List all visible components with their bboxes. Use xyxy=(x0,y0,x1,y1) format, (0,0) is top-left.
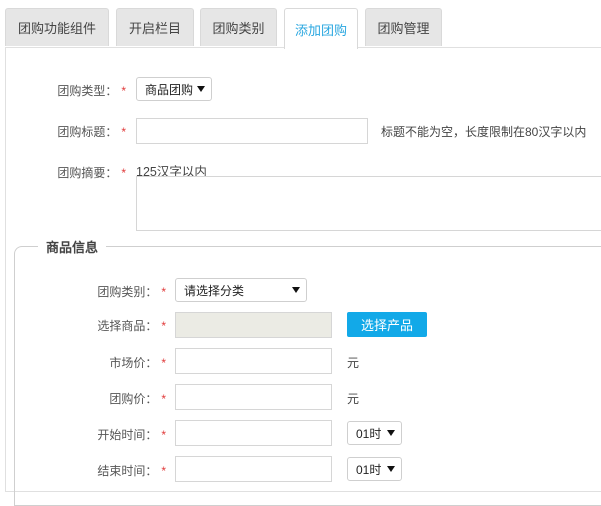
group-title-hint: 标题不能为空，长度限制在80汉字以内 xyxy=(381,125,587,139)
tab-label: 团购管理 xyxy=(377,21,430,36)
required-mark: * xyxy=(121,125,126,139)
group-summary-textarea[interactable] xyxy=(136,176,601,231)
product-info-legend: 商品信息 xyxy=(38,237,107,256)
category-label: 团购类别： * xyxy=(97,285,166,299)
start-hour-select[interactable]: 01时 xyxy=(347,421,402,445)
tab-add-group[interactable]: 添加团购 xyxy=(284,8,358,49)
group-type-label: 团购类型： * xyxy=(57,84,126,98)
end-time-input[interactable] xyxy=(175,456,332,482)
tab-label: 团购类别 xyxy=(212,21,265,36)
start-time-label: 开始时间： * xyxy=(97,428,166,442)
required-mark: * xyxy=(161,392,166,406)
tab-group-category[interactable]: 团购类别 xyxy=(200,8,277,46)
market-price-input[interactable] xyxy=(175,348,332,374)
tab-open-column[interactable]: 开启栏目 xyxy=(116,8,194,46)
select-product-label: 选择商品： * xyxy=(97,319,166,333)
required-mark: * xyxy=(161,319,166,333)
end-hour-value: 01时 xyxy=(356,462,382,477)
required-mark: * xyxy=(121,166,126,180)
group-type-select[interactable]: 商品团购 xyxy=(136,77,212,101)
chevron-down-icon xyxy=(387,430,395,436)
start-time-input[interactable] xyxy=(175,420,332,446)
end-time-label: 结束时间： * xyxy=(97,464,166,478)
chevron-down-icon xyxy=(292,287,300,293)
required-mark: * xyxy=(161,285,166,299)
tab-group-manage[interactable]: 团购管理 xyxy=(365,8,442,46)
required-mark: * xyxy=(161,356,166,370)
tab-label: 开启栏目 xyxy=(128,21,181,36)
tab-bar: 团购功能组件 开启栏目 团购类别 添加团购 团购管理 xyxy=(0,0,601,49)
selected-product-field xyxy=(175,312,332,338)
group-price-input[interactable] xyxy=(175,384,332,410)
chevron-down-icon xyxy=(197,86,205,92)
required-mark: * xyxy=(121,84,126,98)
tab-group-components[interactable]: 团购功能组件 xyxy=(5,8,109,46)
required-mark: * xyxy=(161,428,166,442)
group-title-label: 团购标题： * xyxy=(57,125,126,139)
category-value: 请选择分类 xyxy=(184,283,245,298)
start-hour-value: 01时 xyxy=(356,426,382,441)
tab-label: 添加团购 xyxy=(294,22,347,38)
group-price-unit: 元 xyxy=(347,392,360,406)
category-select[interactable]: 请选择分类 xyxy=(175,278,307,302)
group-title-input[interactable] xyxy=(136,118,368,144)
market-price-unit: 元 xyxy=(347,356,360,370)
select-product-button[interactable]: 选择产品 xyxy=(347,312,427,337)
group-price-label: 团购价： * xyxy=(109,392,166,406)
group-summary-label: 团购摘要： * xyxy=(57,166,126,180)
chevron-down-icon xyxy=(387,466,395,472)
end-hour-select[interactable]: 01时 xyxy=(347,457,402,481)
tab-label: 团购功能组件 xyxy=(17,21,96,36)
group-type-value: 商品团购 xyxy=(145,82,194,97)
market-price-label: 市场价： * xyxy=(109,356,166,370)
required-mark: * xyxy=(161,464,166,478)
